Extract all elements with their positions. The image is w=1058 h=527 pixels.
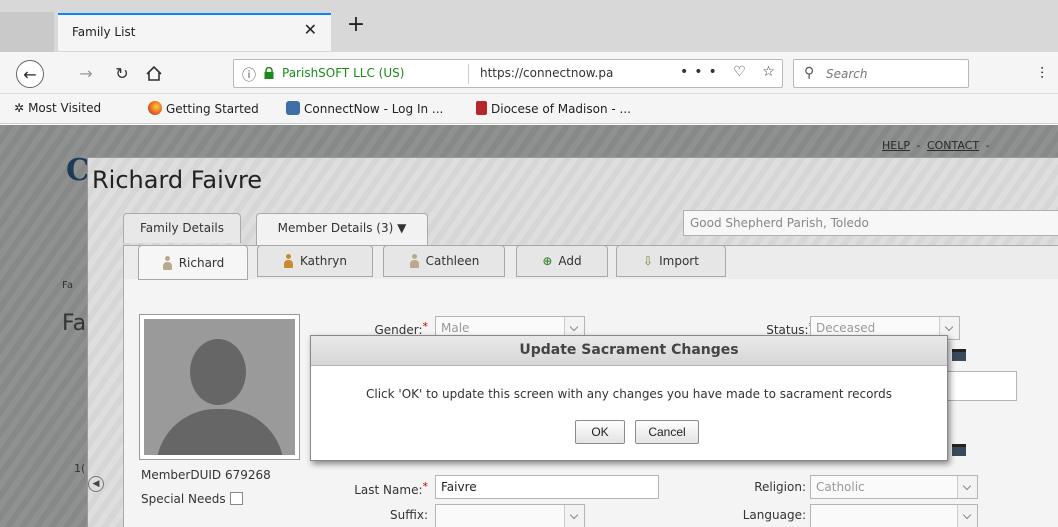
import-member-button[interactable]: ⇩ Import bbox=[616, 245, 726, 277]
chevron-down-icon bbox=[957, 476, 977, 498]
connectnow-icon bbox=[286, 101, 300, 115]
bookmark-label: ConnectNow - Log In ... bbox=[304, 102, 444, 116]
url-divider bbox=[468, 64, 469, 84]
required-mark: * bbox=[422, 320, 429, 333]
bookmark-connectnow[interactable]: ConnectNow - Log In ... bbox=[286, 101, 443, 116]
member-tab-label: Richard bbox=[178, 255, 225, 270]
diocese-icon bbox=[476, 101, 487, 115]
browser-title-bar: Family List ✕ + bbox=[0, 0, 1058, 52]
gender-value: Male bbox=[441, 321, 470, 335]
language-label: Language: bbox=[742, 508, 806, 522]
member-photo[interactable] bbox=[139, 314, 300, 460]
tab-member-richard[interactable]: Richard bbox=[138, 245, 248, 280]
firefox-icon bbox=[148, 101, 162, 115]
last-name-field[interactable]: Faivre bbox=[435, 475, 659, 499]
back-arrow-icon[interactable]: ← bbox=[16, 60, 44, 88]
member-tab-label: Kathryn bbox=[300, 254, 347, 268]
background-row-fragment: 1( bbox=[74, 462, 86, 475]
avatar-body bbox=[156, 409, 284, 455]
collapse-arrow-icon[interactable]: ◀ bbox=[88, 476, 104, 492]
tab-member-details[interactable]: Member Details (3) ▼ bbox=[256, 213, 428, 246]
required-mark: * bbox=[422, 480, 429, 493]
parish-field[interactable]: Good Shepherd Parish, Toledo bbox=[683, 210, 1058, 236]
update-sacrament-dialog: Update Sacrament Changes Click 'OK' to u… bbox=[310, 335, 948, 461]
status-value: Deceased bbox=[816, 321, 876, 335]
last-name-label-text: Last Name: bbox=[354, 483, 423, 497]
religion-select[interactable]: Catholic bbox=[810, 475, 978, 499]
close-icon[interactable]: ✕ bbox=[304, 22, 317, 38]
page-actions-icon[interactable]: ••• ♡ ☆ bbox=[680, 64, 781, 80]
add-member-button[interactable]: ⊕ Add bbox=[516, 245, 608, 277]
last-name-label: Last Name:* bbox=[344, 480, 428, 497]
bookmark-label: Getting Started bbox=[166, 102, 259, 116]
avatar-head bbox=[190, 339, 246, 405]
bookmark-label: Most Visited bbox=[28, 101, 102, 115]
tab-title: Family List bbox=[72, 25, 136, 39]
special-needs-row: Special Needs bbox=[141, 492, 243, 506]
calendar-icon[interactable] bbox=[952, 349, 966, 361]
person-icon bbox=[409, 254, 420, 268]
navigation-toolbar: ← → ↻ ⓘ ParishSOFT LLC (US) https://conn… bbox=[0, 52, 1058, 94]
dialog-message: Click 'OK' to update this screen with an… bbox=[366, 387, 892, 401]
bookmarks-toolbar: ✲ Most Visited Getting Started ConnectNow… bbox=[0, 94, 1058, 124]
new-tab-button[interactable]: + bbox=[343, 12, 369, 37]
member-tab-label: Import bbox=[659, 254, 699, 268]
member-tab-label: Add bbox=[558, 254, 582, 268]
language-select[interactable] bbox=[810, 504, 978, 527]
search-icon: ⚲ bbox=[804, 65, 815, 81]
lock-icon bbox=[264, 67, 274, 79]
address-bar[interactable]: ⓘ ParishSOFT LLC (US) https://connectnow… bbox=[233, 59, 783, 88]
bookmark-getting-started[interactable]: Getting Started bbox=[148, 101, 259, 116]
import-icon: ⇩ bbox=[643, 254, 654, 268]
browser-tab[interactable]: Family List ✕ bbox=[58, 13, 331, 51]
home-icon[interactable] bbox=[140, 52, 168, 94]
chevron-down-icon bbox=[957, 505, 977, 527]
modal-title: Richard Faivre bbox=[92, 166, 263, 194]
special-needs-checkbox[interactable] bbox=[229, 492, 243, 505]
member-tab-label: Cathleen bbox=[425, 254, 480, 268]
gear-icon: ✲ bbox=[14, 101, 25, 115]
bookmark-diocese[interactable]: Diocese of Madison - ... bbox=[476, 101, 631, 116]
religion-label: Religion: bbox=[754, 480, 806, 494]
reload-icon[interactable]: ↻ bbox=[108, 52, 136, 94]
person-icon bbox=[162, 255, 173, 270]
cancel-button[interactable]: Cancel bbox=[635, 420, 699, 444]
site-identity[interactable]: ParishSOFT LLC (US) bbox=[282, 66, 404, 80]
dialog-title: Update Sacrament Changes bbox=[311, 336, 947, 366]
avatar bbox=[144, 319, 295, 455]
contact-link[interactable]: CONTACT bbox=[927, 139, 979, 152]
library-icon[interactable]: ⫶ bbox=[1040, 64, 1044, 84]
help-links: HELP - CONTACT - bbox=[882, 139, 990, 152]
tabstrip-spacer bbox=[0, 12, 54, 52]
chevron-down-icon bbox=[564, 505, 584, 527]
suffix-select[interactable] bbox=[435, 504, 585, 527]
tab-member-cathleen[interactable]: Cathleen bbox=[383, 245, 505, 277]
tab-family-details[interactable]: Family Details bbox=[123, 213, 241, 243]
search-placeholder: Search bbox=[826, 67, 868, 81]
search-input[interactable]: ⚲ Search bbox=[793, 59, 969, 88]
url-text[interactable]: https://connectnow.pa bbox=[480, 66, 670, 80]
religion-value: Catholic bbox=[816, 480, 865, 494]
background-heading-fragment: Fa bbox=[62, 311, 87, 336]
calendar-icon[interactable] bbox=[952, 444, 966, 456]
bookmark-most-visited[interactable]: ✲ Most Visited bbox=[14, 101, 101, 115]
person-icon bbox=[283, 254, 294, 268]
tab-member-kathryn[interactable]: Kathryn bbox=[257, 245, 373, 277]
suffix-label: Suffix: bbox=[390, 508, 428, 522]
info-icon[interactable]: ⓘ bbox=[242, 65, 256, 85]
add-person-icon: ⊕ bbox=[542, 254, 553, 268]
bookmark-label: Diocese of Madison - ... bbox=[491, 102, 631, 116]
ok-button[interactable]: OK bbox=[575, 420, 625, 444]
help-link[interactable]: HELP bbox=[882, 139, 910, 152]
background-tab-fragment: Fa bbox=[62, 280, 73, 291]
special-needs-label: Special Needs bbox=[141, 492, 226, 506]
member-duid: MemberDUID 679268 bbox=[141, 468, 271, 482]
forward-arrow-icon[interactable]: → bbox=[72, 52, 100, 94]
